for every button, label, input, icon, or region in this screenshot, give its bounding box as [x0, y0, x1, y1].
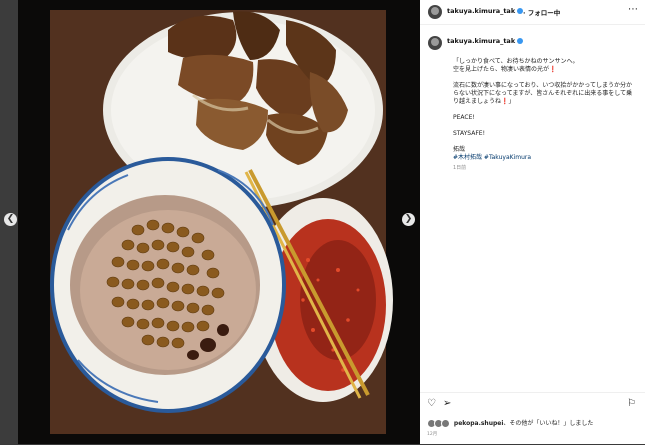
post-username[interactable]: takuya.kimura_tak — [447, 7, 524, 15]
previous-post-arrow-icon[interactable]: ❮ — [4, 213, 17, 226]
follow-status-button[interactable]: · フォロー中 — [523, 7, 560, 17]
post-media[interactable] — [18, 0, 420, 444]
liked-by-text: 、その他が「いいね！」しました — [503, 420, 594, 427]
post-actions: ♡ ➢ ⚐ pekopa.shupei、その他が「いいね！」しました 12月 — [420, 392, 645, 445]
heart-icon[interactable]: ♡ — [427, 398, 436, 409]
caption-username[interactable]: takuya.kimura_tak — [447, 37, 524, 45]
verified-badge-icon — [517, 38, 524, 44]
post-date: 12月 — [427, 432, 438, 437]
caption-paragraph: 流石に数が凄い事になっており、いつ収拾がかかってしまうか分からない状況下になって… — [453, 82, 633, 105]
caption-peace: PEACE! — [453, 114, 475, 121]
post-caption: 「しっかり食べて、お待ちかねのサンサンへ。 空を見上げたら、物凄い表情の光が❗️ … — [453, 58, 633, 172]
caption-avatar[interactable] — [428, 36, 442, 50]
avatar[interactable] — [428, 5, 442, 19]
caption-paragraph: 「しっかり食べて、お待ちかねのサンサンへ。 空を見上げたら、物凄い表情の光が❗️ — [453, 58, 579, 73]
next-post-arrow-icon[interactable]: ❯ — [402, 213, 415, 226]
liker-avatar — [441, 419, 450, 428]
likes-summary[interactable]: pekopa.shupei、その他が「いいね！」しました — [427, 418, 593, 428]
post-sidebar: takuya.kimura_tak · フォロー中 ⋯ takuya.kimur… — [420, 0, 645, 444]
post-header: takuya.kimura_tak · フォロー中 ⋯ — [420, 0, 645, 25]
liked-by-username[interactable]: pekopa.shupei — [454, 420, 503, 427]
send-icon[interactable]: ➢ — [443, 398, 451, 409]
hashtag-links[interactable]: #木村拓哉 #TakuyaKimura — [453, 154, 531, 161]
caption-tags: 拓哉 #木村拓哉 #TakuyaKimura — [453, 146, 532, 161]
post-photo — [18, 0, 420, 444]
caption-staysafe: STAYSAFE! — [453, 130, 485, 137]
caption-timestamp: 1日前 — [453, 165, 467, 171]
bookmark-icon[interactable]: ⚐ — [627, 398, 636, 409]
more-options-icon[interactable]: ⋯ — [628, 4, 638, 15]
